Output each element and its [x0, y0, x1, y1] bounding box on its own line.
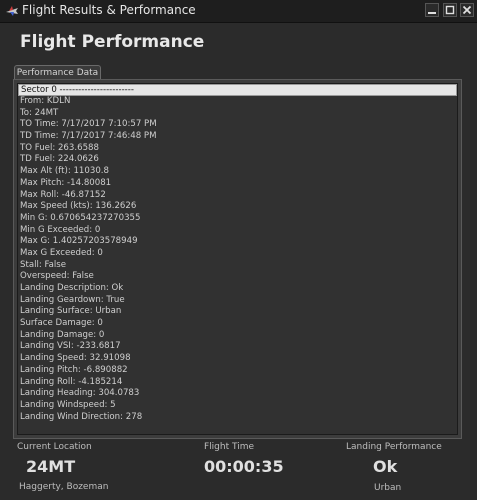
- window-title: Flight Results & Performance: [22, 3, 196, 17]
- list-item[interactable]: TD Fuel: 224.0626: [18, 154, 457, 166]
- performance-panel: Sector 0 ------------------------ From: K…: [13, 79, 462, 439]
- list-item[interactable]: Landing Description: Ok: [18, 283, 457, 295]
- flight-time-label: Flight Time: [204, 442, 255, 452]
- list-item[interactable]: From: KDLN: [18, 96, 457, 108]
- list-item[interactable]: Sector 0 ------------------------: [18, 84, 457, 96]
- list-item[interactable]: Max Pitch: -14.80081: [18, 178, 457, 190]
- list-item[interactable]: Landing Wind Direction: 278: [18, 412, 457, 424]
- plane-icon: [6, 6, 18, 16]
- landing-performance-value: Ok: [373, 457, 398, 476]
- list-item[interactable]: Max G Exceeded: 0: [18, 248, 457, 260]
- list-item[interactable]: Overspeed: False: [18, 271, 457, 283]
- list-item[interactable]: Landing Damage: 0: [18, 330, 457, 342]
- list-item[interactable]: Max Roll: -46.87152: [18, 190, 457, 202]
- list-item[interactable]: Stall: False: [18, 260, 457, 272]
- list-item[interactable]: Max Alt (ft): 11030.8: [18, 166, 457, 178]
- list-item[interactable]: Landing Roll: -4.185214: [18, 377, 457, 389]
- list-item[interactable]: TO Fuel: 263.6588: [18, 143, 457, 155]
- list-item[interactable]: Min G Exceeded: 0: [18, 225, 457, 237]
- list-item[interactable]: Landing Windspeed: 5: [18, 400, 457, 412]
- page-title: Flight Performance: [20, 32, 205, 52]
- list-item[interactable]: TO Time: 7/17/2017 7:10:57 PM: [18, 119, 457, 131]
- list-item[interactable]: Surface Damage: 0: [18, 318, 457, 330]
- current-location-sub: Haggerty, Bozeman: [19, 482, 109, 492]
- flight-time-value: 00:00:35: [204, 457, 284, 476]
- current-location-value: 24MT: [26, 457, 76, 476]
- performance-data-list[interactable]: Sector 0 ------------------------ From: K…: [17, 83, 458, 435]
- list-item[interactable]: Landing VSI: -233.6817: [18, 341, 457, 353]
- list-item[interactable]: Landing Geardown: True: [18, 295, 457, 307]
- landing-performance-sub: Urban: [374, 483, 402, 493]
- title-bar: Flight Results & Performance: [0, 0, 477, 23]
- list-item[interactable]: Max G: 1.40257203578949: [18, 236, 457, 248]
- list-item[interactable]: To: 24MT: [18, 108, 457, 120]
- list-item[interactable]: Landing Speed: 32.91098: [18, 353, 457, 365]
- current-location-label: Current Location: [17, 442, 92, 452]
- close-icon[interactable]: [460, 3, 474, 17]
- list-item[interactable]: Min G: 0.670654237270355: [18, 213, 457, 225]
- list-item[interactable]: TD Time: 7/17/2017 7:46:48 PM: [18, 131, 457, 143]
- list-item[interactable]: Landing Surface: Urban: [18, 306, 457, 318]
- tab-performance-data[interactable]: Performance Data: [14, 65, 101, 80]
- maximize-icon[interactable]: [443, 3, 457, 17]
- landing-performance-label: Landing Performance: [346, 442, 442, 452]
- list-item[interactable]: Max Speed (kts): 136.2626: [18, 201, 457, 213]
- list-item[interactable]: Landing Pitch: -6.890882: [18, 365, 457, 377]
- minimize-icon[interactable]: [425, 3, 439, 17]
- list-item[interactable]: Landing Heading: 304.0783: [18, 388, 457, 400]
